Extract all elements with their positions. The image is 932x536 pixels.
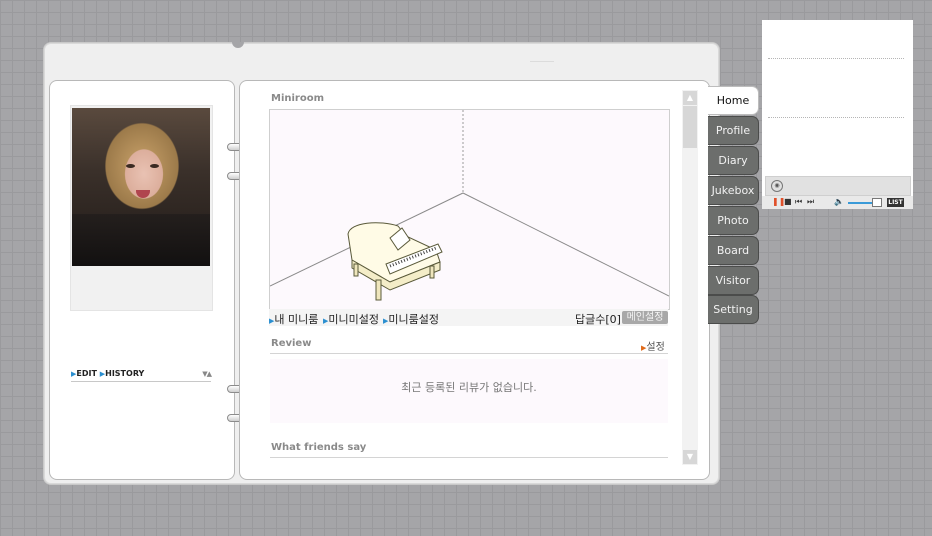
- scrollbar[interactable]: ▲ ▼: [682, 90, 698, 465]
- friends-title: What friends say: [271, 442, 367, 453]
- main-setting-button[interactable]: 메인설정: [622, 311, 668, 324]
- tab-setting[interactable]: Setting: [708, 295, 759, 324]
- scroll-up-icon[interactable]: ▲: [683, 91, 697, 105]
- minimi-setting-link[interactable]: ▶미니미설정: [323, 311, 379, 327]
- volume-knob[interactable]: [872, 198, 882, 207]
- volume-icon[interactable]: 🔈: [834, 197, 844, 206]
- scroll-thumb[interactable]: [683, 106, 697, 148]
- history-label: HISTORY: [105, 369, 145, 378]
- tab-visitor[interactable]: Visitor: [708, 266, 759, 295]
- link-label: 미니룸설정: [388, 313, 439, 326]
- profile-photo[interactable]: [72, 108, 210, 266]
- edit-link[interactable]: ▶EDIT: [71, 369, 97, 378]
- list-button[interactable]: LIST: [887, 198, 904, 207]
- expand-toggle-icon[interactable]: ▼▲: [202, 370, 212, 378]
- player-status-bar: ◉: [765, 176, 911, 196]
- photo-shirt: [72, 214, 210, 266]
- edit-label: EDIT: [76, 369, 97, 378]
- miniroom-title: Miniroom: [271, 93, 325, 104]
- link-label: 미니미설정: [328, 313, 379, 326]
- photo-mouth: [136, 190, 150, 198]
- review-setting-link[interactable]: ▶설정: [641, 338, 665, 353]
- link-label: 내 미니룸: [274, 313, 319, 326]
- miniroom-setting-link[interactable]: ▶미니룸설정: [383, 311, 439, 327]
- prev-icon[interactable]: ⏮: [795, 197, 802, 207]
- tab-diary[interactable]: Diary: [708, 146, 759, 175]
- tab-photo[interactable]: Photo: [708, 206, 759, 235]
- player-controls: ❚❚ ■ ⏮ ⏭ 🔈 LIST: [762, 196, 913, 209]
- music-player: ◉ ❚❚ ■ ⏮ ⏭ 🔈 LIST: [762, 20, 913, 209]
- my-miniroom-link[interactable]: ▶내 미니룸: [269, 311, 318, 327]
- stop-icon[interactable]: ■: [784, 197, 792, 206]
- tab-jukebox[interactable]: Jukebox: [708, 176, 759, 205]
- tab-board[interactable]: Board: [708, 236, 759, 265]
- review-title: Review: [271, 338, 312, 349]
- piano-icon: [347, 222, 443, 301]
- book-notch: [232, 42, 244, 48]
- miniroom-scene: [270, 110, 669, 301]
- photo-eye: [150, 164, 159, 168]
- scroll-down-icon[interactable]: ▼: [683, 450, 697, 464]
- tab-profile[interactable]: Profile: [708, 116, 759, 145]
- next-icon[interactable]: ⏭: [807, 197, 814, 207]
- player-divider: [768, 117, 904, 118]
- reply-count[interactable]: 답글수[0]: [575, 311, 621, 327]
- edit-history-bar: ▶EDIT ▶HISTORY ▼▲: [71, 369, 212, 382]
- book-divider: [530, 61, 554, 62]
- divider: [270, 457, 668, 458]
- room-floor-right: [462, 192, 669, 297]
- disc-icon: ◉: [771, 180, 783, 192]
- review-setting-label: 설정: [646, 342, 665, 353]
- history-link[interactable]: ▶HISTORY: [100, 369, 145, 378]
- divider: [270, 353, 668, 354]
- tab-home[interactable]: Home: [708, 86, 759, 115]
- miniroom-links-bar: ▶내 미니룸 ▶미니미설정 ▶미니룸설정 답글수[0] 메인설정: [269, 309, 668, 326]
- player-divider: [768, 58, 904, 59]
- photo-eye: [126, 164, 135, 168]
- miniroom-canvas[interactable]: [269, 109, 670, 310]
- review-empty-message: 최근 등록된 리뷰가 없습니다.: [270, 359, 668, 423]
